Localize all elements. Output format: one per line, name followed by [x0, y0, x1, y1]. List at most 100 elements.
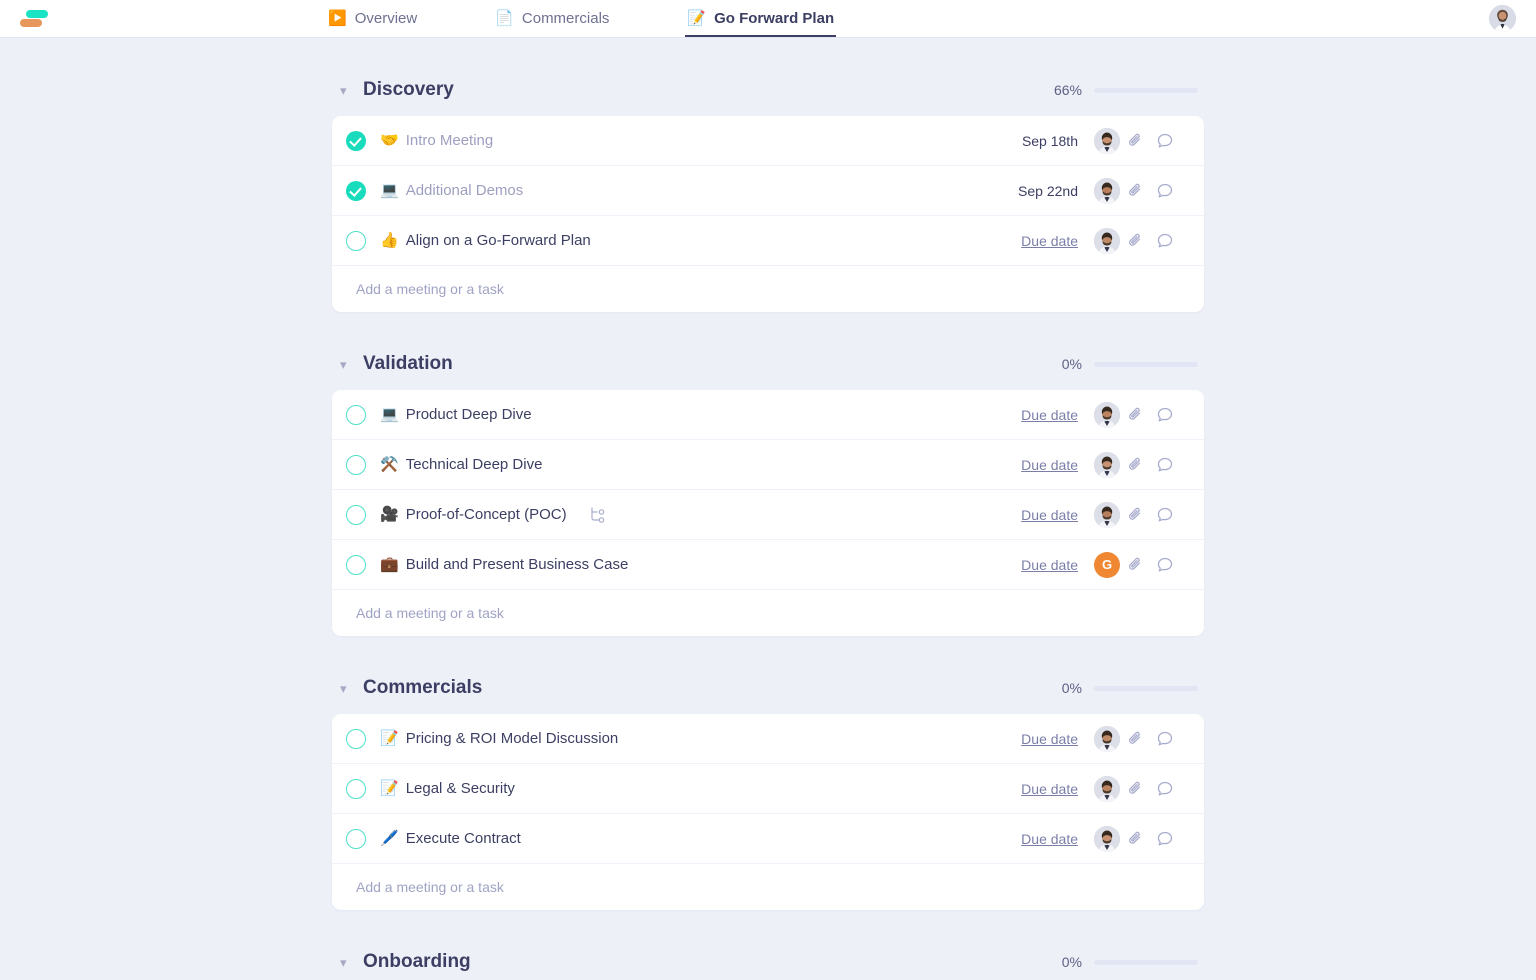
- attachment-button[interactable]: [1120, 178, 1150, 204]
- section-card: 📝Pricing & ROI Model DiscussionDue date …: [332, 714, 1204, 910]
- task-row[interactable]: 💼Build and Present Business CaseDue date…: [332, 540, 1204, 590]
- assignee-avatar[interactable]: [1094, 502, 1120, 528]
- task-row[interactable]: 👍Align on a Go-Forward PlanDue date: [332, 216, 1204, 266]
- section-title: Commercials: [363, 677, 482, 699]
- due-date-button[interactable]: Due date: [974, 407, 1078, 423]
- comment-button[interactable]: [1150, 552, 1180, 578]
- comment-bubble-icon: [1157, 407, 1174, 423]
- chevron-down-icon[interactable]: ▾: [340, 358, 356, 371]
- add-task-input[interactable]: Add a meeting or a task: [332, 864, 1204, 910]
- task-checkbox-unchecked[interactable]: [346, 505, 366, 525]
- avatar-photo-icon: [1094, 402, 1120, 428]
- assignee-avatar[interactable]: [1094, 402, 1120, 428]
- assignee-avatar[interactable]: [1094, 128, 1120, 154]
- memo-emoji: 📝: [380, 781, 399, 796]
- assignee-avatar[interactable]: [1094, 826, 1120, 852]
- tab-label: Go Forward Plan: [714, 10, 834, 27]
- attachment-button[interactable]: [1120, 502, 1150, 528]
- laptop-emoji: 💻: [380, 183, 399, 198]
- comment-button[interactable]: [1150, 502, 1180, 528]
- account-avatar[interactable]: [1489, 5, 1516, 32]
- task-row-meta: Sep 18th: [974, 128, 1180, 154]
- task-checkbox-checked[interactable]: [346, 181, 366, 201]
- progress-percent-label: 66%: [1054, 82, 1082, 98]
- attachment-button[interactable]: [1120, 552, 1150, 578]
- due-date-button[interactable]: Due date: [974, 233, 1078, 249]
- plan-scroll-area[interactable]: ▾Discovery66%🤝Intro MeetingSep 18th 💻Add…: [0, 38, 1536, 980]
- due-date-button[interactable]: Due date: [974, 731, 1078, 747]
- top-navigation-bar: ▶️Overview 📄Commercials 📝Go Forward Plan: [0, 0, 1536, 38]
- comment-button[interactable]: [1150, 726, 1180, 752]
- comment-button[interactable]: [1150, 826, 1180, 852]
- task-checkbox-unchecked[interactable]: [346, 729, 366, 749]
- tab-commercials[interactable]: 📄Commercials: [495, 0, 609, 37]
- attachment-button[interactable]: [1120, 726, 1150, 752]
- logo-bar-top: [26, 10, 48, 18]
- section-progress: 0%: [1062, 680, 1198, 696]
- section-title: Validation: [363, 353, 453, 375]
- task-checkbox-unchecked[interactable]: [346, 455, 366, 475]
- task-row[interactable]: 📝Legal & SecurityDue date: [332, 764, 1204, 814]
- assignee-avatar[interactable]: [1094, 452, 1120, 478]
- comment-button[interactable]: [1150, 228, 1180, 254]
- comment-button[interactable]: [1150, 128, 1180, 154]
- comment-button[interactable]: [1150, 776, 1180, 802]
- comment-button[interactable]: [1150, 178, 1180, 204]
- assignee-avatar[interactable]: [1094, 178, 1120, 204]
- task-row-meta: Due date G: [974, 552, 1180, 578]
- paperclip-icon: [1128, 730, 1143, 747]
- assignee-avatar[interactable]: [1094, 776, 1120, 802]
- task-row[interactable]: 🤝Intro MeetingSep 18th: [332, 116, 1204, 166]
- attachment-button[interactable]: [1120, 826, 1150, 852]
- comment-button[interactable]: [1150, 402, 1180, 428]
- comment-bubble-icon: [1157, 507, 1174, 523]
- task-checkbox-unchecked[interactable]: [346, 829, 366, 849]
- progress-percent-label: 0%: [1062, 680, 1082, 696]
- tab-go-forward-plan[interactable]: 📝Go Forward Plan: [687, 0, 834, 37]
- tab-list: ▶️Overview 📄Commercials 📝Go Forward Plan: [328, 0, 834, 37]
- task-row[interactable]: ⚒️Technical Deep DiveDue date: [332, 440, 1204, 490]
- tab-label: Commercials: [522, 10, 610, 27]
- assignee-avatar[interactable]: [1094, 726, 1120, 752]
- attachment-button[interactable]: [1120, 776, 1150, 802]
- task-row[interactable]: 🖊️Execute ContractDue date: [332, 814, 1204, 864]
- due-date-button[interactable]: Due date: [974, 507, 1078, 523]
- paperclip-icon: [1128, 556, 1143, 573]
- attachment-button[interactable]: [1120, 128, 1150, 154]
- subtask-branch-icon: [589, 506, 606, 524]
- avatar-photo-icon: [1094, 726, 1120, 752]
- task-row[interactable]: 📝Pricing & ROI Model DiscussionDue date: [332, 714, 1204, 764]
- paperclip-icon: [1128, 232, 1143, 249]
- task-title: Build and Present Business Case: [406, 556, 629, 573]
- chevron-down-icon[interactable]: ▾: [340, 682, 356, 695]
- task-checkbox-unchecked[interactable]: [346, 555, 366, 575]
- due-date-button[interactable]: Due date: [974, 781, 1078, 797]
- add-task-input[interactable]: Add a meeting or a task: [332, 266, 1204, 312]
- task-row[interactable]: 💻Additional DemosSep 22nd: [332, 166, 1204, 216]
- chevron-down-icon[interactable]: ▾: [340, 956, 356, 969]
- task-checkbox-unchecked[interactable]: [346, 779, 366, 799]
- comment-button[interactable]: [1150, 452, 1180, 478]
- attachment-button[interactable]: [1120, 402, 1150, 428]
- due-date-button[interactable]: Due date: [974, 557, 1078, 573]
- task-row-meta: Due date: [974, 228, 1180, 254]
- task-checkbox-unchecked[interactable]: [346, 231, 366, 251]
- app-logo[interactable]: [20, 7, 48, 31]
- chevron-down-icon[interactable]: ▾: [340, 84, 356, 97]
- assignee-avatar[interactable]: [1094, 228, 1120, 254]
- add-task-input[interactable]: Add a meeting or a task: [332, 590, 1204, 636]
- task-row[interactable]: 💻Product Deep DiveDue date: [332, 390, 1204, 440]
- due-date-button[interactable]: Due date: [974, 831, 1078, 847]
- paperclip-icon: [1128, 830, 1143, 847]
- task-checkbox-unchecked[interactable]: [346, 405, 366, 425]
- due-date-button[interactable]: Due date: [974, 457, 1078, 473]
- attachment-button[interactable]: [1120, 228, 1150, 254]
- subtask-indicator[interactable]: [589, 506, 606, 524]
- task-checkbox-checked[interactable]: [346, 131, 366, 151]
- attachment-button[interactable]: [1120, 452, 1150, 478]
- assignee-avatar[interactable]: G: [1094, 552, 1120, 578]
- avatar-photo-icon: [1094, 502, 1120, 528]
- task-row[interactable]: 🎥Proof-of-Concept (POC)Due date: [332, 490, 1204, 540]
- task-row-meta: Sep 22nd: [974, 178, 1180, 204]
- tab-overview[interactable]: ▶️Overview: [328, 0, 417, 37]
